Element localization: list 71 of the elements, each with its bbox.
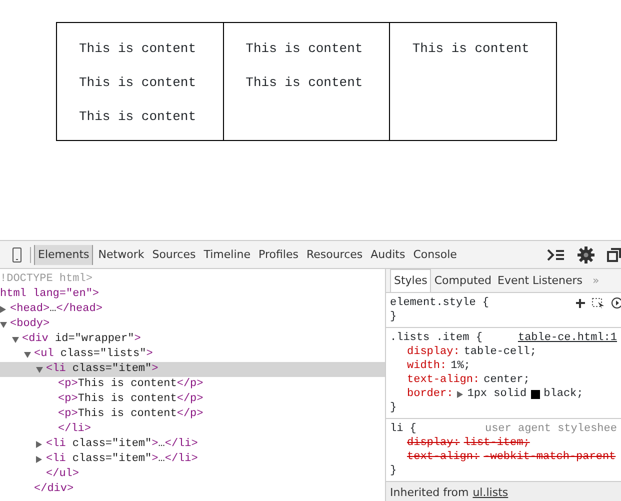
property-value: table-cell; (464, 345, 536, 359)
css-selector: .lists .item { (390, 331, 482, 345)
property-name: text-align: (407, 450, 480, 464)
expanded-triangle-icon[interactable] (36, 366, 43, 372)
property-name: display: (407, 345, 460, 359)
content-text: This is content (246, 40, 364, 58)
mobile-device-icon[interactable] (12, 246, 22, 262)
animation-icon[interactable] (611, 297, 621, 309)
markup-text[interactable]: <ul class="lists"> (34, 347, 153, 362)
markup-text[interactable]: </div> (34, 482, 74, 497)
source-link[interactable]: table-ce.html:1 (518, 331, 617, 345)
sidebar-tab[interactable]: Event Listeners (494, 270, 586, 292)
collapsed-triangle-icon[interactable] (36, 456, 42, 463)
collapsed-triangle-icon[interactable] (0, 306, 6, 313)
content-text: This is content (79, 40, 198, 58)
markup-text[interactable]: <li class="item">…</li> (46, 437, 198, 452)
markup-text[interactable]: <li class="item">…</li> (46, 452, 198, 467)
panel-tab[interactable]: Audits (368, 244, 408, 264)
color-swatch[interactable] (530, 390, 540, 398)
markup-text[interactable]: </li> (58, 422, 92, 437)
markup-text[interactable]: <li class="item"> (46, 362, 158, 377)
property-name: display: (407, 436, 460, 450)
property-name: border: (407, 387, 454, 401)
inherited-link[interactable]: ul.lists (472, 485, 508, 501)
panel-tab[interactable]: Resources (303, 244, 366, 264)
selected-row[interactable]: <li class="item"> (0, 362, 385, 377)
closing-brace: } (390, 401, 398, 415)
property-name: text-align: (407, 373, 480, 387)
collapsed-triangle-icon[interactable] (36, 441, 42, 448)
color-name: black; (544, 387, 584, 401)
closing-brace: } (390, 464, 398, 478)
element-state-icon[interactable] (592, 298, 605, 308)
content-text: This is content (246, 74, 364, 92)
markup-text[interactable]: <div id="wrapper"> (22, 332, 141, 347)
panel-tab[interactable]: Profiles (256, 244, 302, 264)
closing-brace: } (390, 310, 398, 324)
markup-text[interactable]: <p>This is content</p> (58, 392, 204, 407)
markup-text[interactable]: </ul> (46, 467, 80, 482)
content-text: This is content (79, 108, 198, 126)
markup-text[interactable]: <head>…</head> (10, 302, 102, 317)
panel-tab[interactable]: Timeline (200, 244, 254, 264)
css-selector: li { (390, 422, 416, 436)
property-value: center; (484, 373, 530, 387)
panel-tab[interactable]: Elements (34, 244, 94, 264)
inherited-label: Inherited from (390, 485, 469, 501)
css-selector: element.style { (390, 296, 490, 310)
content-text: This is content (412, 40, 530, 58)
expand-triangle-icon[interactable] (457, 390, 464, 398)
source-label: user agent styleshee (484, 422, 617, 436)
property-value: -webkit-match-parent (484, 450, 616, 464)
sidebar-tab[interactable]: Styles (390, 269, 432, 292)
panel-tab[interactable]: Network (95, 244, 148, 264)
markup-text[interactable]: <body> (10, 317, 50, 332)
property-value: list-item; (464, 436, 530, 450)
console-drawer-icon[interactable] (547, 248, 565, 262)
property-value: 1px solid (467, 387, 527, 401)
panel-tab[interactable]: Sources (149, 244, 199, 264)
sidebar-tab[interactable]: Computed (431, 270, 495, 292)
markup-text[interactable]: <p>This is content</p> (58, 407, 204, 422)
property-value: 1%; (450, 359, 470, 373)
settings-icon[interactable] (577, 246, 595, 264)
markup-text[interactable]: html lang="en"> (0, 287, 100, 302)
expanded-triangle-icon[interactable] (12, 336, 19, 342)
dock-icon[interactable] (607, 248, 621, 262)
panel-tab[interactable]: Console (410, 244, 460, 264)
plus-icon[interactable] (575, 298, 586, 308)
content-text: This is content (79, 74, 198, 92)
markup-text[interactable]: <p>This is content</p> (58, 377, 204, 392)
expanded-triangle-icon[interactable] (0, 322, 7, 328)
expanded-triangle-icon[interactable] (24, 352, 31, 358)
property-name: width: (407, 359, 447, 373)
